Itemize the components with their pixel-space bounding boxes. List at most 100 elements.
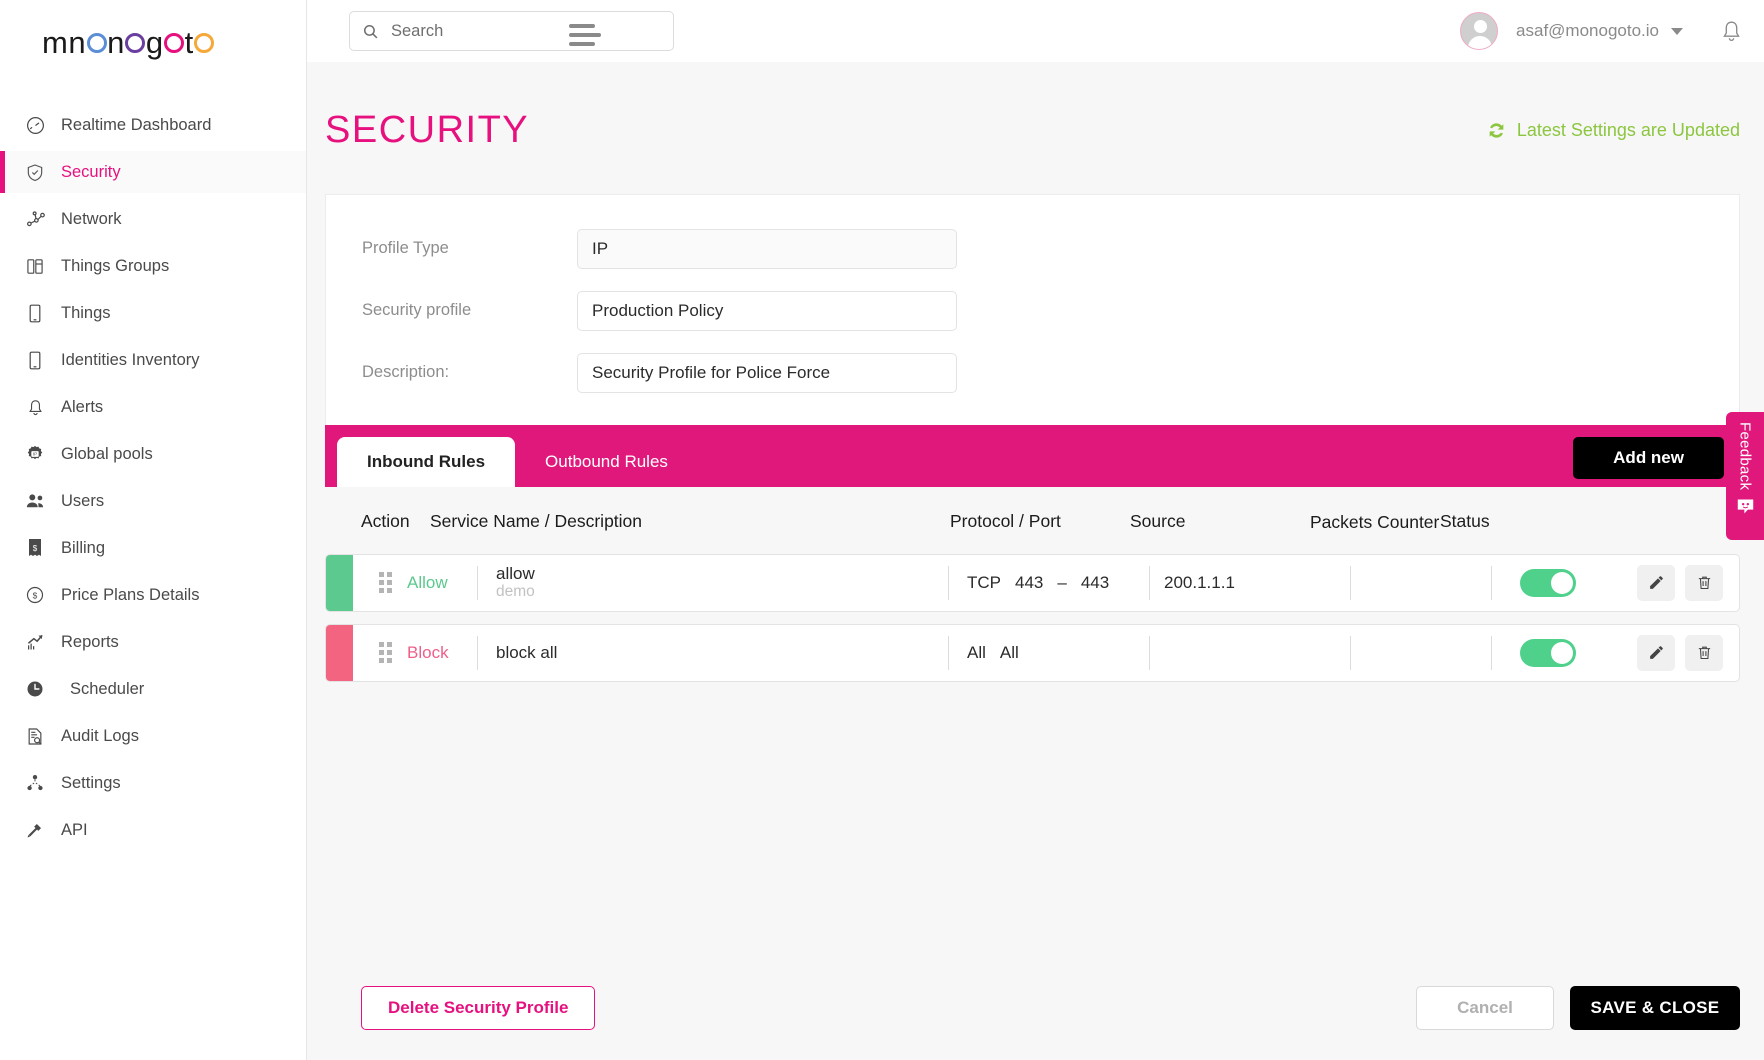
status-text: Latest Settings are Updated [1516,120,1740,141]
svg-text:$: $ [33,591,38,601]
app-root: mnngt Realtime Dashboard Security Networ… [0,0,1764,1060]
rules-tabs-bar: Inbound Rules Outbound Rules Add new [325,424,1740,487]
rules-table: Action Service Name / Description Protoc… [325,486,1740,682]
sidebar-item-alerts[interactable]: Alerts [0,386,306,428]
row-action-buttons [1637,564,1739,601]
main-area: asaf@monogoto.io SECURITY Latest Setting… [307,0,1764,1060]
row-packets-counter [1351,625,1491,681]
sidebar-item-network[interactable]: Network [0,198,306,240]
sidebar-item-label: Audit Logs [61,726,139,745]
row-service-name: allow [496,563,535,583]
tab-inbound-rules[interactable]: Inbound Rules [337,436,516,487]
row-status-toggle[interactable] [1520,568,1576,597]
brand-logo[interactable]: mnngt [0,0,306,86]
sidebar-item-price-plans-details[interactable]: $ Price Plans Details [0,574,306,616]
row-port-to: 443 [1080,572,1110,592]
page-header: SECURITY Latest Settings are Updated [325,62,1740,194]
tab-outbound-rules[interactable]: Outbound Rules [515,437,698,487]
sidebar-item-identities-inventory[interactable]: Identities Inventory [0,339,306,381]
feedback-label: Feedback [1736,422,1754,491]
add-new-button[interactable]: Add new [1573,436,1724,479]
page-title: SECURITY [325,109,530,152]
sidebar-item-reports[interactable]: Reports [0,621,306,663]
description-input[interactable]: Security Profile for Police Force [577,352,957,393]
sidebar-item-label: Scheduler [70,679,145,698]
field-security-profile-row: Security profile Production Policy [362,290,1739,331]
table-row[interactable]: Block block all All All [325,623,1740,682]
sidebar-item-label: Things Groups [61,256,170,275]
svg-text:IP: IP [33,452,37,457]
row-action-label: Allow [407,572,448,592]
feedback-tab[interactable]: Feedback [1726,412,1764,540]
security-profile-input[interactable]: Production Policy [577,290,957,331]
field-description-row: Description: Security Profile for Police… [362,352,1739,393]
document-search-icon [23,725,47,747]
user-email-label: asaf@monogoto.io [1516,21,1659,40]
row-service-cell: block all [478,625,948,681]
sidebar-toggle-button[interactable] [569,24,601,46]
drag-handle-icon[interactable] [371,625,399,681]
sidebar-item-users[interactable]: Users [0,480,306,522]
row-status-toggle[interactable] [1520,638,1576,667]
edit-row-button[interactable] [1637,634,1675,671]
row-action-buttons [1637,634,1739,671]
profile-type-field[interactable]: IP [577,228,957,269]
cancel-button[interactable]: Cancel [1416,986,1554,1030]
search-box[interactable] [349,11,674,51]
sidebar-item-label: API [61,820,88,839]
sidebar-item-things[interactable]: Things [0,292,306,334]
sidebar-item-billing[interactable]: $ Billing [0,527,306,569]
row-status-cell [1492,555,1739,611]
chevron-down-icon[interactable] [1671,27,1683,35]
hamburger-icon[interactable] [569,24,601,46]
row-protocol: TCP [967,572,1001,592]
avatar[interactable] [1460,12,1499,50]
search-input[interactable] [389,20,661,42]
dollar-circle-icon: $ [23,584,47,606]
sidebar-item-settings[interactable]: Settings [0,762,306,804]
trash-icon [1696,644,1713,661]
trash-icon [1696,574,1713,591]
top-bar: asaf@monogoto.io [307,0,1764,62]
tab-label: Inbound Rules [367,451,486,471]
sitemap-icon [23,772,47,794]
delete-row-button[interactable] [1685,564,1723,601]
edit-pencil-icon [1648,574,1665,591]
shield-check-icon [23,161,47,183]
sidebar: mnngt Realtime Dashboard Security Networ… [0,0,307,1060]
sidebar-item-api[interactable]: API [0,809,306,851]
monogoto-wordmark: mnngt [42,25,215,61]
row-accent-bar [326,554,353,611]
table-row[interactable]: Allow allow demo TCP 443 – 443 200.1.1.1 [325,553,1740,612]
sidebar-item-security[interactable]: Security [0,151,306,193]
delete-security-profile-button[interactable]: Delete Security Profile [361,986,596,1030]
row-port-from: All [999,642,1019,662]
row-port-from: 443 [1015,572,1044,592]
sidebar-item-label: Price Plans Details [61,585,200,604]
column-header-service: Service Name / Description [430,510,643,531]
sidebar-item-label: Security [61,162,121,181]
bell-icon [23,396,47,418]
svg-text:$: $ [33,544,38,553]
sidebar-item-label: Identities Inventory [61,350,200,369]
sidebar-item-scheduler[interactable]: Scheduler [0,668,306,710]
delete-row-button[interactable] [1685,634,1723,671]
row-protocol-cell: TCP 443 – 443 [949,555,1149,611]
sidebar-item-audit-logs[interactable]: Audit Logs [0,715,306,757]
ip-gear-icon: IP [23,443,47,465]
notifications-bell-icon[interactable] [1719,18,1744,44]
sidebar-item-global-pools[interactable]: IP Global pools [0,433,306,475]
users-icon [23,490,47,512]
sidebar-item-things-groups[interactable]: Things Groups [0,245,306,287]
row-packets-counter [1351,555,1491,611]
profile-form: Profile Type IP Security profile Product… [326,195,1739,425]
sidebar-item-realtime-dashboard[interactable]: Realtime Dashboard [0,104,306,146]
edit-row-button[interactable] [1637,564,1675,601]
sidebar-item-label: Settings [61,773,121,792]
row-status-cell [1492,625,1739,681]
device-icon [23,302,47,324]
save-and-close-button[interactable]: SAVE & CLOSE [1570,986,1740,1030]
sidebar-item-label: Realtime Dashboard [61,115,212,134]
drag-handle-icon[interactable] [371,555,399,611]
sidebar-item-label: Network [61,209,122,228]
